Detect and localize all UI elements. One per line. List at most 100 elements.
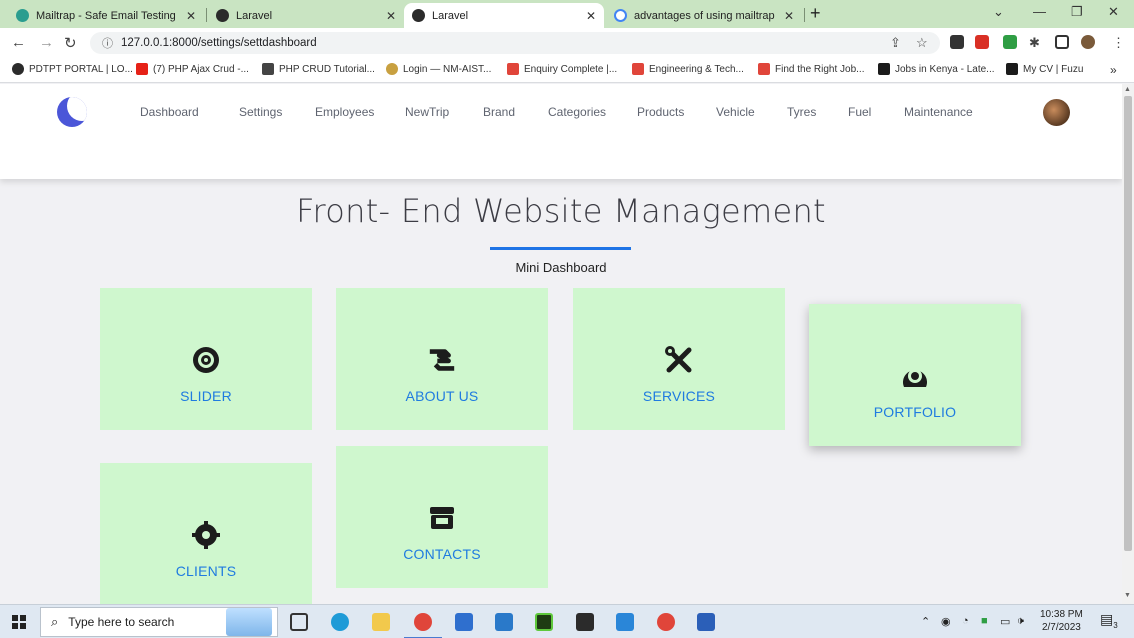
chrome-alt-icon[interactable] bbox=[657, 613, 675, 631]
vscode-icon[interactable] bbox=[616, 613, 634, 631]
volume-icon[interactable]: 🕩 bbox=[1017, 615, 1024, 628]
bookmarks-bar: PDTPT PORTAL | LO... (7) PHP Ajax Crud -… bbox=[0, 58, 1134, 83]
file-explorer-icon[interactable] bbox=[372, 613, 390, 631]
store-app-icon[interactable] bbox=[455, 613, 473, 631]
nav-maintenance[interactable]: Maintenance bbox=[904, 105, 973, 119]
tab-separator bbox=[206, 8, 207, 22]
word-icon[interactable] bbox=[697, 613, 715, 631]
extension-cube-icon[interactable] bbox=[950, 35, 964, 49]
tab-laravel-active[interactable]: Laravel ✕ bbox=[404, 3, 604, 28]
card-clients[interactable]: CLIENTS bbox=[100, 463, 312, 604]
nm-aist-icon bbox=[386, 63, 398, 75]
globe-icon bbox=[412, 9, 425, 22]
store-icon bbox=[427, 503, 457, 533]
profile-avatar-icon[interactable] bbox=[1081, 35, 1095, 49]
nav-categories[interactable]: Categories bbox=[548, 105, 606, 119]
menu-kebab-icon[interactable]: ⋮ bbox=[1112, 35, 1125, 51]
nav-fuel[interactable]: Fuel bbox=[848, 105, 871, 119]
bookmark-item[interactable]: My CV | Fuzu bbox=[1006, 63, 1083, 75]
app-logo-icon[interactable] bbox=[57, 97, 87, 127]
nav-vehicle[interactable]: Vehicle bbox=[716, 105, 755, 119]
taskbar-clock[interactable]: 10:38 PM 2/7/2023 bbox=[1040, 608, 1083, 634]
web-page: Dashboard Settings Employees NewTrip Bra… bbox=[0, 84, 1122, 604]
network-icon[interactable]: ◔ bbox=[962, 615, 969, 627]
bookmark-label: Jobs in Kenya - Late... bbox=[895, 63, 995, 75]
scroll-up-icon[interactable]: ▲ bbox=[1124, 86, 1131, 93]
terminal-icon[interactable] bbox=[576, 613, 594, 631]
tray-record-icon[interactable]: ◉ bbox=[941, 615, 951, 628]
card-slider[interactable]: SLIDER bbox=[100, 288, 312, 430]
bookmark-item[interactable]: Enquiry Complete |... bbox=[507, 63, 617, 75]
nav-brand[interactable]: Brand bbox=[483, 105, 515, 119]
extensions-puzzle-icon[interactable]: ✱ bbox=[1029, 35, 1040, 51]
mail-icon[interactable] bbox=[495, 613, 513, 631]
url-text[interactable]: 127.0.0.1:8000/settings/settdashboard bbox=[121, 37, 317, 49]
bookmark-item[interactable]: Jobs in Kenya - Late... bbox=[878, 63, 995, 75]
tab-google-search[interactable]: advantages of using mailtrap in l ✕ bbox=[606, 3, 802, 28]
card-about-us[interactable]: ABOUT US bbox=[336, 288, 548, 430]
site-info-icon[interactable]: ⓘ bbox=[102, 35, 113, 51]
dreamweaver-icon[interactable] bbox=[535, 613, 553, 631]
restore-icon[interactable]: ❐ bbox=[1071, 4, 1083, 20]
forward-icon[interactable]: → bbox=[39, 34, 54, 51]
tab-search-icon[interactable]: ⌄ bbox=[993, 4, 1004, 20]
bookmark-label: Login — NM-AIST... bbox=[403, 63, 492, 75]
bookmark-item[interactable]: (7) PHP Ajax Crud -... bbox=[136, 63, 249, 75]
sidepanel-icon[interactable] bbox=[1055, 35, 1069, 49]
tire-icon bbox=[191, 345, 221, 375]
bookmark-item[interactable]: Find the Right Job... bbox=[758, 63, 865, 75]
bookmark-item[interactable]: Engineering & Tech... bbox=[632, 63, 744, 75]
battery-icon[interactable]: ▭ bbox=[1000, 615, 1010, 628]
bookmark-item[interactable]: PDTPT PORTAL | LO... bbox=[12, 63, 133, 75]
minimize-icon[interactable]: — bbox=[1033, 4, 1046, 19]
close-icon[interactable]: ✕ bbox=[784, 9, 794, 23]
notification-center-icon[interactable]: ▤3 bbox=[1100, 611, 1118, 630]
youtube-icon bbox=[136, 63, 148, 75]
tray-chevron-icon[interactable]: ⌃ bbox=[921, 615, 930, 628]
new-tab-button[interactable]: + bbox=[810, 3, 821, 24]
tire-gauge-icon bbox=[900, 361, 930, 391]
user-avatar[interactable] bbox=[1043, 99, 1070, 126]
card-label: CLIENTS bbox=[175, 563, 237, 579]
nav-employees[interactable]: Employees bbox=[315, 105, 374, 119]
tools-icon bbox=[664, 345, 694, 375]
site-red-icon bbox=[507, 63, 519, 75]
scroll-down-icon[interactable]: ▼ bbox=[1124, 592, 1131, 599]
bookmark-item[interactable]: PHP CRUD Tutorial... bbox=[262, 63, 375, 75]
back-icon[interactable]: ← bbox=[11, 34, 26, 51]
scrollbar-thumb[interactable] bbox=[1124, 96, 1132, 551]
nav-products[interactable]: Products bbox=[637, 105, 684, 119]
tray-app-icon[interactable]: ■ bbox=[981, 615, 988, 627]
search-highlight-image[interactable] bbox=[226, 608, 272, 636]
address-bar[interactable]: ⓘ 127.0.0.1:8000/settings/settdashboard bbox=[90, 32, 940, 54]
nav-tyres[interactable]: Tyres bbox=[787, 105, 816, 119]
extension-red-icon[interactable] bbox=[975, 35, 989, 49]
nav-newtrip[interactable]: NewTrip bbox=[405, 105, 449, 119]
bookmark-label: (7) PHP Ajax Crud -... bbox=[153, 63, 249, 75]
clock-time: 10:38 PM bbox=[1040, 609, 1083, 620]
tab-laravel-1[interactable]: Laravel ✕ bbox=[208, 3, 404, 28]
bookmark-item[interactable]: Login — NM-AIST... bbox=[386, 63, 491, 75]
nav-settings[interactable]: Settings bbox=[239, 105, 282, 119]
windows-start-icon[interactable] bbox=[12, 615, 26, 629]
chrome-icon[interactable] bbox=[404, 613, 442, 638]
card-portfolio[interactable]: PORTFOLIO bbox=[809, 304, 1021, 446]
card-contacts[interactable]: CONTACTS bbox=[336, 446, 548, 588]
card-services[interactable]: SERVICES bbox=[573, 288, 785, 430]
reload-icon[interactable]: ↻ bbox=[64, 34, 77, 52]
nav-dashboard[interactable]: Dashboard bbox=[140, 105, 199, 119]
page-subtitle: Mini Dashboard bbox=[515, 260, 607, 275]
share-icon[interactable]: ⇪ bbox=[890, 35, 901, 51]
bookmarks-overflow-icon[interactable]: » bbox=[1110, 63, 1117, 77]
window-close-icon[interactable]: ✕ bbox=[1108, 4, 1119, 20]
extension-green-icon[interactable] bbox=[1003, 35, 1017, 49]
page-scrollbar[interactable]: ▲ ▼ bbox=[1122, 84, 1134, 604]
tab-mailtrap[interactable]: Mailtrap - Safe Email Testing ✕ bbox=[8, 3, 204, 28]
card-label: ABOUT US bbox=[405, 388, 479, 404]
close-icon[interactable]: ✕ bbox=[186, 9, 196, 23]
close-icon[interactable]: ✕ bbox=[386, 9, 396, 23]
close-icon[interactable]: ✕ bbox=[586, 9, 596, 23]
task-view-icon[interactable] bbox=[290, 613, 308, 631]
edge-icon[interactable] bbox=[331, 613, 349, 631]
bookmark-star-icon[interactable]: ☆ bbox=[916, 35, 928, 51]
